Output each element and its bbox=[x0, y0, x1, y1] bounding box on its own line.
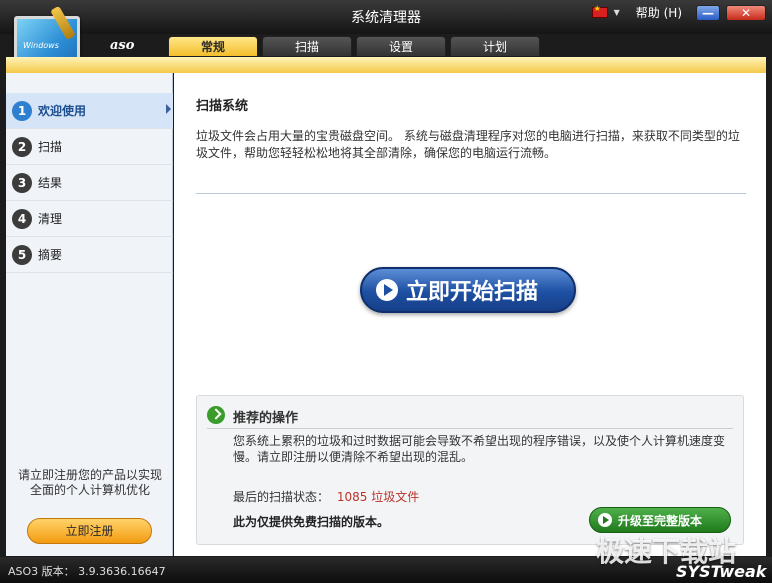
sidebar-item-label: 结果 bbox=[38, 176, 63, 190]
page-title: 扫描系统 bbox=[196, 99, 249, 114]
sidebar-item-clean[interactable]: 4 清理 bbox=[6, 201, 173, 237]
language-dropdown-icon[interactable]: ▼ bbox=[614, 8, 620, 17]
main-tabs: 常规 扫描 设置 计划 bbox=[168, 36, 540, 56]
minimize-button[interactable]: — bbox=[696, 4, 720, 21]
sidebar-item-label: 清理 bbox=[38, 212, 63, 226]
step-list: 1 欢迎使用 2 扫描 3 结果 4 清理 5 摘要 bbox=[6, 93, 173, 273]
tab-underline-strip bbox=[6, 57, 766, 73]
step-number: 3 bbox=[12, 172, 32, 193]
tab-schedule[interactable]: 计划 bbox=[450, 36, 540, 56]
tab-scan[interactable]: 扫描 bbox=[262, 36, 352, 56]
register-button[interactable]: 立即注册 bbox=[27, 518, 152, 544]
page-description: 垃圾文件会占用大量的宝贵磁盘空间。 系统与磁盘清理程序对您的电脑进行扫描，来获取… bbox=[196, 129, 740, 160]
sidebar-item-label: 扫描 bbox=[38, 140, 63, 154]
sidebar-item-summary[interactable]: 5 摘要 bbox=[6, 237, 173, 273]
tab-settings[interactable]: 设置 bbox=[356, 36, 446, 56]
language-flag-icon[interactable] bbox=[591, 4, 608, 18]
watermark: 极速下载站 bbox=[596, 535, 737, 568]
play-icon bbox=[598, 513, 612, 527]
last-scan-status: 最后的扫描状态： 1085 垃圾文件 bbox=[233, 488, 419, 505]
play-icon bbox=[376, 279, 398, 301]
sidebar-item-label: 摘要 bbox=[38, 248, 63, 262]
start-scan-label: 立即开始扫描 bbox=[406, 280, 539, 305]
upgrade-label: 升级至完整版本 bbox=[618, 513, 703, 528]
recommended-actions-panel: 推荐的操作 您系统上累积的垃圾和过时数据可能会导致不希望出现的程序错误，以及使个… bbox=[196, 395, 744, 545]
close-button[interactable]: ✕ bbox=[726, 4, 766, 21]
step-number: 4 bbox=[12, 208, 32, 229]
version-text: ASO3 版本： 3.9.3636.16647 bbox=[8, 565, 166, 578]
arrow-right-circle-icon bbox=[207, 406, 225, 424]
app-window: 系统清理器 ▼ 帮助 (H) — ✕ Windows aso 常规 扫描 设置 … bbox=[0, 0, 772, 583]
title-bar: 系统清理器 ▼ 帮助 (H) — ✕ bbox=[0, 0, 772, 34]
last-scan-label: 最后的扫描状态： bbox=[233, 490, 330, 504]
sidebar-item-welcome[interactable]: 1 欢迎使用 bbox=[6, 93, 173, 129]
divider bbox=[207, 428, 733, 429]
sidebar: 1 欢迎使用 2 扫描 3 结果 4 清理 5 摘要 请立即注册您的产品以实现全… bbox=[6, 73, 173, 556]
start-scan-button[interactable]: 立即开始扫描 bbox=[360, 267, 576, 313]
divider bbox=[196, 193, 746, 194]
title-bar-controls: ▼ 帮助 (H) — ✕ bbox=[591, 4, 766, 21]
tab-general[interactable]: 常规 bbox=[168, 36, 258, 56]
register-prompt: 请立即注册您的产品以实现全面的个人计算机优化 bbox=[17, 468, 162, 497]
recommended-title: 推荐的操作 bbox=[233, 411, 299, 426]
free-version-note: 此为仅提供免费扫描的版本。 bbox=[233, 515, 390, 529]
chevron-right-icon bbox=[166, 104, 171, 114]
brand-name: aso bbox=[110, 38, 135, 53]
step-number: 5 bbox=[12, 244, 32, 265]
help-menu[interactable]: 帮助 (H) bbox=[636, 4, 682, 21]
main-panel: 扫描系统 垃圾文件会占用大量的宝贵磁盘空间。 系统与磁盘清理程序对您的电脑进行扫… bbox=[174, 73, 766, 556]
step-number: 1 bbox=[12, 100, 32, 121]
sidebar-item-results[interactable]: 3 结果 bbox=[6, 165, 173, 201]
sidebar-item-label: 欢迎使用 bbox=[38, 104, 87, 118]
sidebar-item-scan[interactable]: 2 扫描 bbox=[6, 129, 173, 165]
last-scan-value: 1085 垃圾文件 bbox=[336, 490, 420, 504]
recommended-description: 您系统上累积的垃圾和过时数据可能会导致不希望出现的程序错误，以及使个人计算机速度… bbox=[233, 434, 726, 464]
step-number: 2 bbox=[12, 136, 32, 157]
